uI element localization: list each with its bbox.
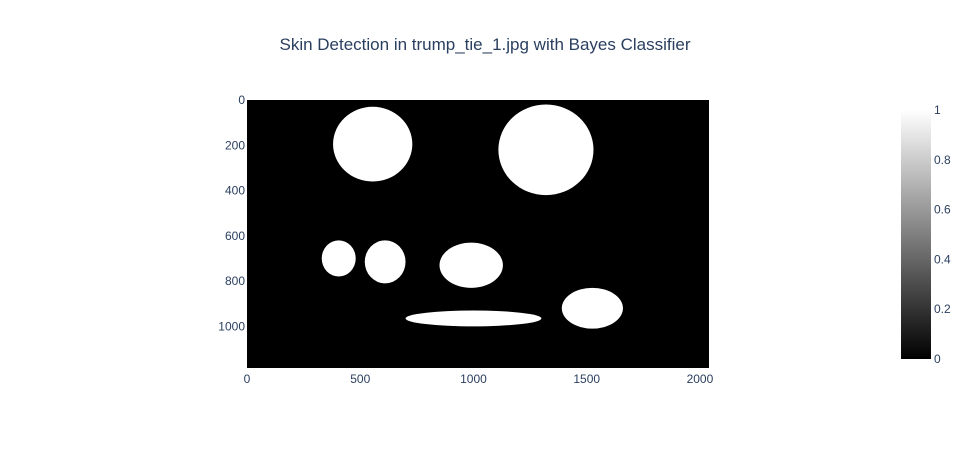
y-tick-label: 600 [225,229,245,243]
x-tick-label: 2000 [687,372,714,386]
y-tick-label: 0 [238,93,245,107]
chart-title: Skin Detection in trump_tie_1.jpg with B… [279,35,690,54]
skin-region-3 [364,240,406,284]
colorbar-tick-label: 1 [934,103,941,117]
x-tick-label: 1500 [573,372,600,386]
skin-region-4 [439,242,503,288]
colorbar-tick-label: 0.2 [934,302,951,316]
y-tick-label: 200 [225,138,245,152]
colorbar-tick-label: 0 [934,352,941,366]
x-tick-label: 0 [244,372,251,386]
colorbar: 0 0.2 0.4 0.6 0.8 1 [901,103,951,366]
skin-region-1 [498,104,594,196]
y-axis: 0 200 400 600 800 1000 [218,93,245,333]
heatmap-background [247,100,709,368]
colorbar-tick-label: 0.6 [934,203,951,217]
skin-region-6 [405,310,542,327]
x-axis: 0 500 1000 1500 2000 [244,372,714,386]
colorbar-tick-label: 0.4 [934,252,951,266]
y-tick-label: 400 [225,184,245,198]
x-tick-label: 1000 [460,372,487,386]
skin-region-5 [561,287,623,329]
y-tick-label: 800 [225,274,245,288]
colorbar-ticks: 0 0.2 0.4 0.6 0.8 1 [934,103,951,366]
colorbar-gradient [901,110,931,359]
heatmap-plot [247,100,709,368]
x-tick-label: 500 [350,372,370,386]
skin-region-0 [333,106,413,182]
skin-region-2 [321,240,356,277]
colorbar-tick-label: 0.8 [934,153,951,167]
y-tick-label: 1000 [218,319,245,333]
skin-detection-chart: Skin Detection in trump_tie_1.jpg with B… [218,35,951,386]
